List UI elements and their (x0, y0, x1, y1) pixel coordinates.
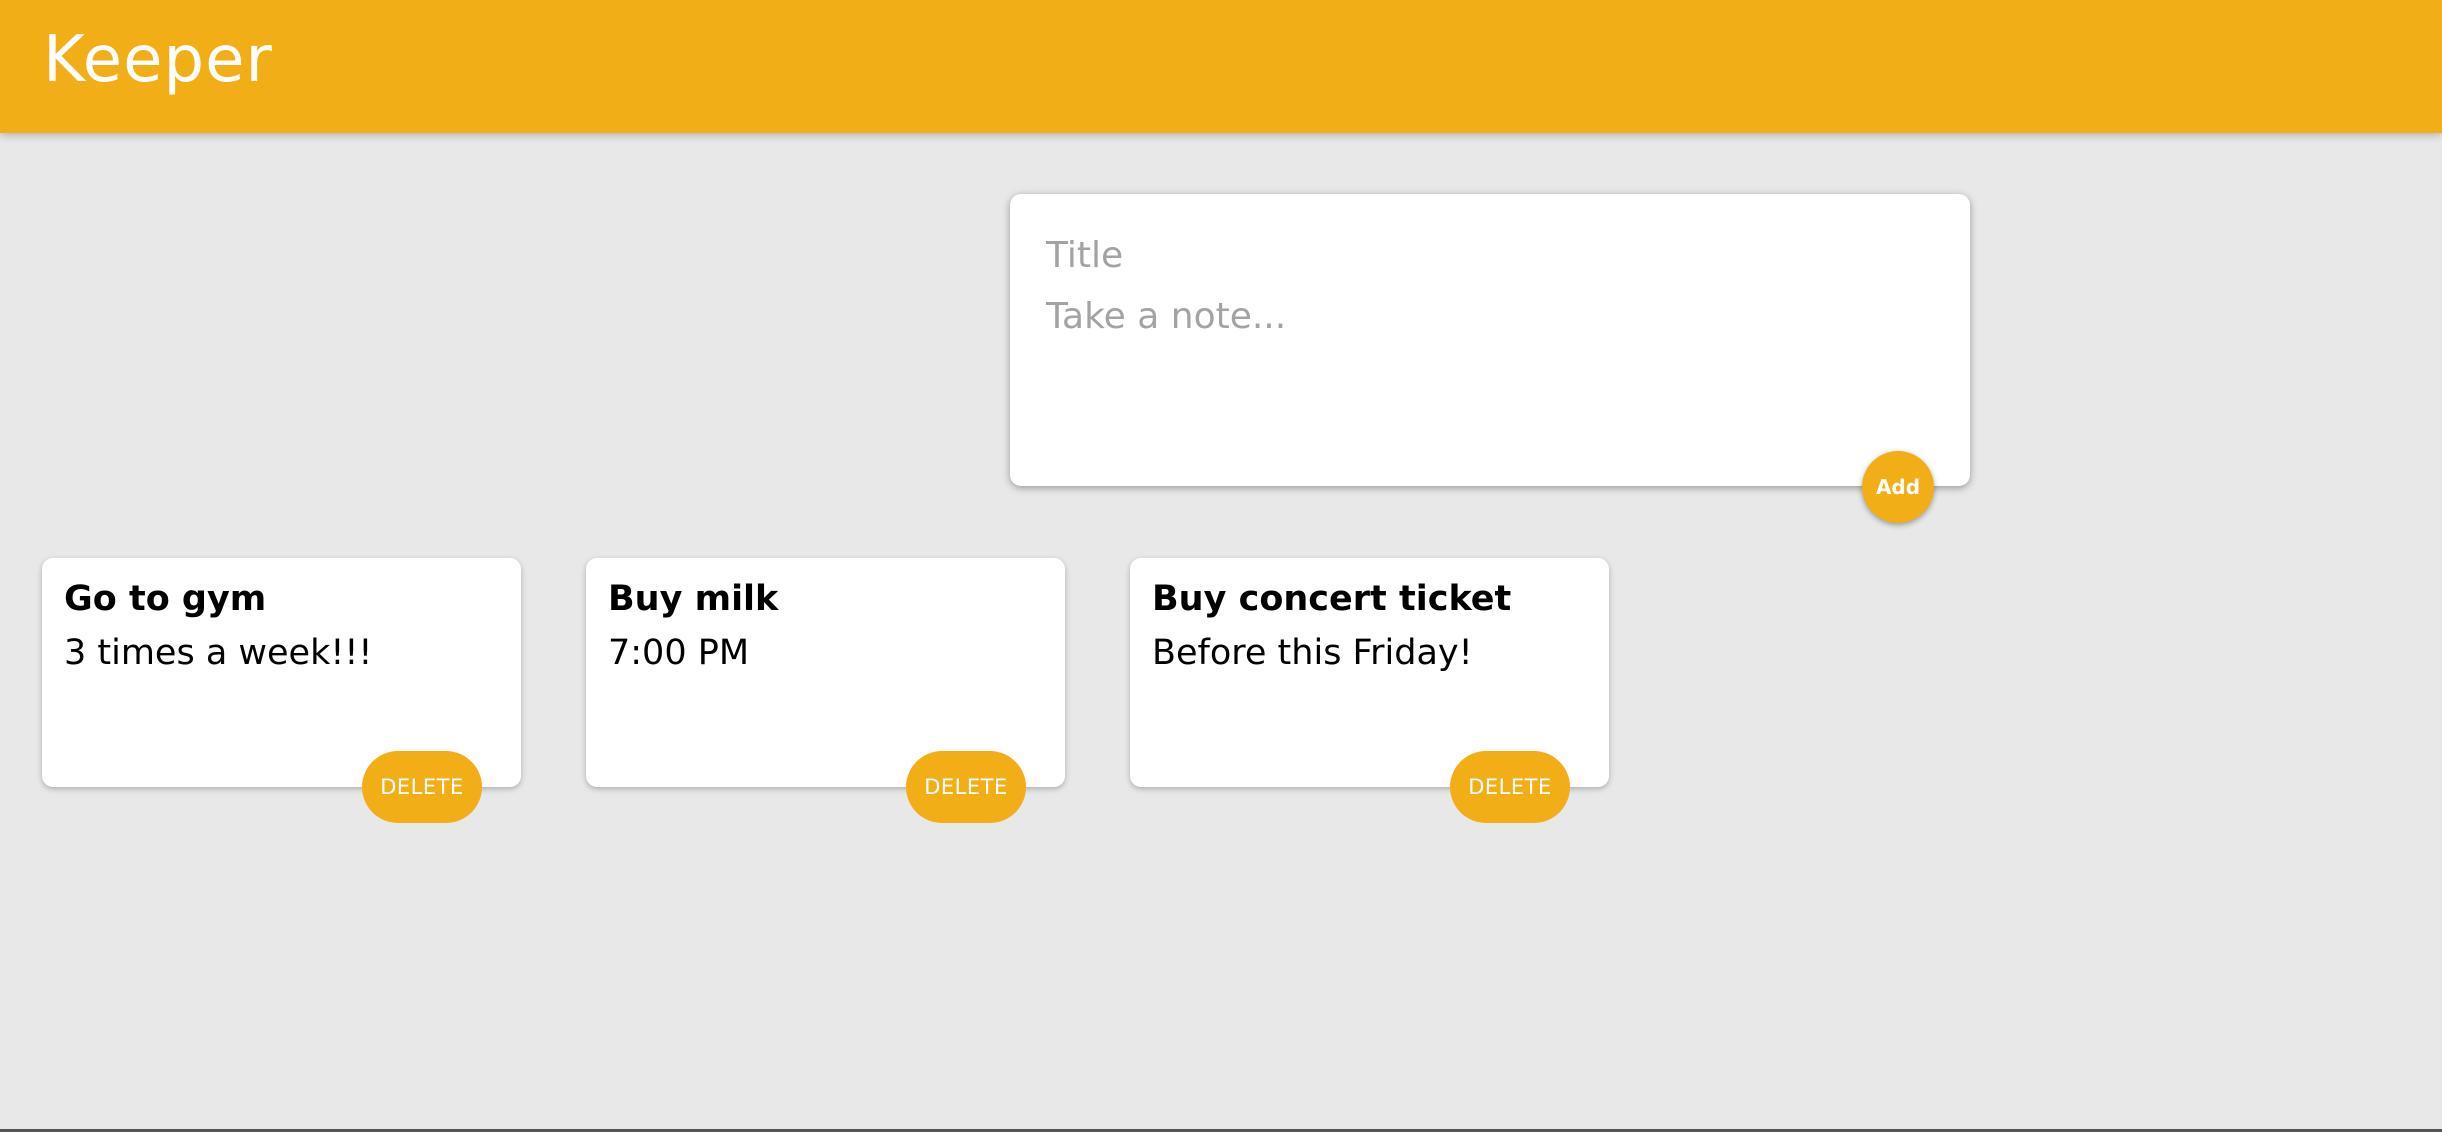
note-card: Buy milk 7:00 PM DELETE (586, 558, 1065, 823)
note-title-input[interactable] (1046, 230, 1926, 280)
app-logo: Keeper (43, 23, 273, 97)
add-note-button[interactable]: Add (1862, 451, 1934, 523)
delete-note-button[interactable]: DELETE (1450, 751, 1570, 823)
note-content-input[interactable] (1046, 294, 1926, 444)
note-content: Before this Friday! (1152, 633, 1473, 673)
note-card: Go to gym 3 times a week!!! DELETE (42, 558, 521, 823)
note-title: Go to gym (64, 579, 267, 619)
app-header: Keeper (0, 0, 2442, 133)
note-title: Buy concert ticket (1152, 579, 1512, 619)
note-card: Buy concert ticket Before this Friday! D… (1130, 558, 1609, 823)
delete-note-button[interactable]: DELETE (362, 751, 482, 823)
delete-note-button[interactable]: DELETE (906, 751, 1026, 823)
create-note-form (1010, 194, 1970, 486)
note-content: 3 times a week!!! (64, 633, 373, 673)
note-content: 7:00 PM (608, 633, 750, 673)
note-title: Buy milk (608, 579, 779, 619)
